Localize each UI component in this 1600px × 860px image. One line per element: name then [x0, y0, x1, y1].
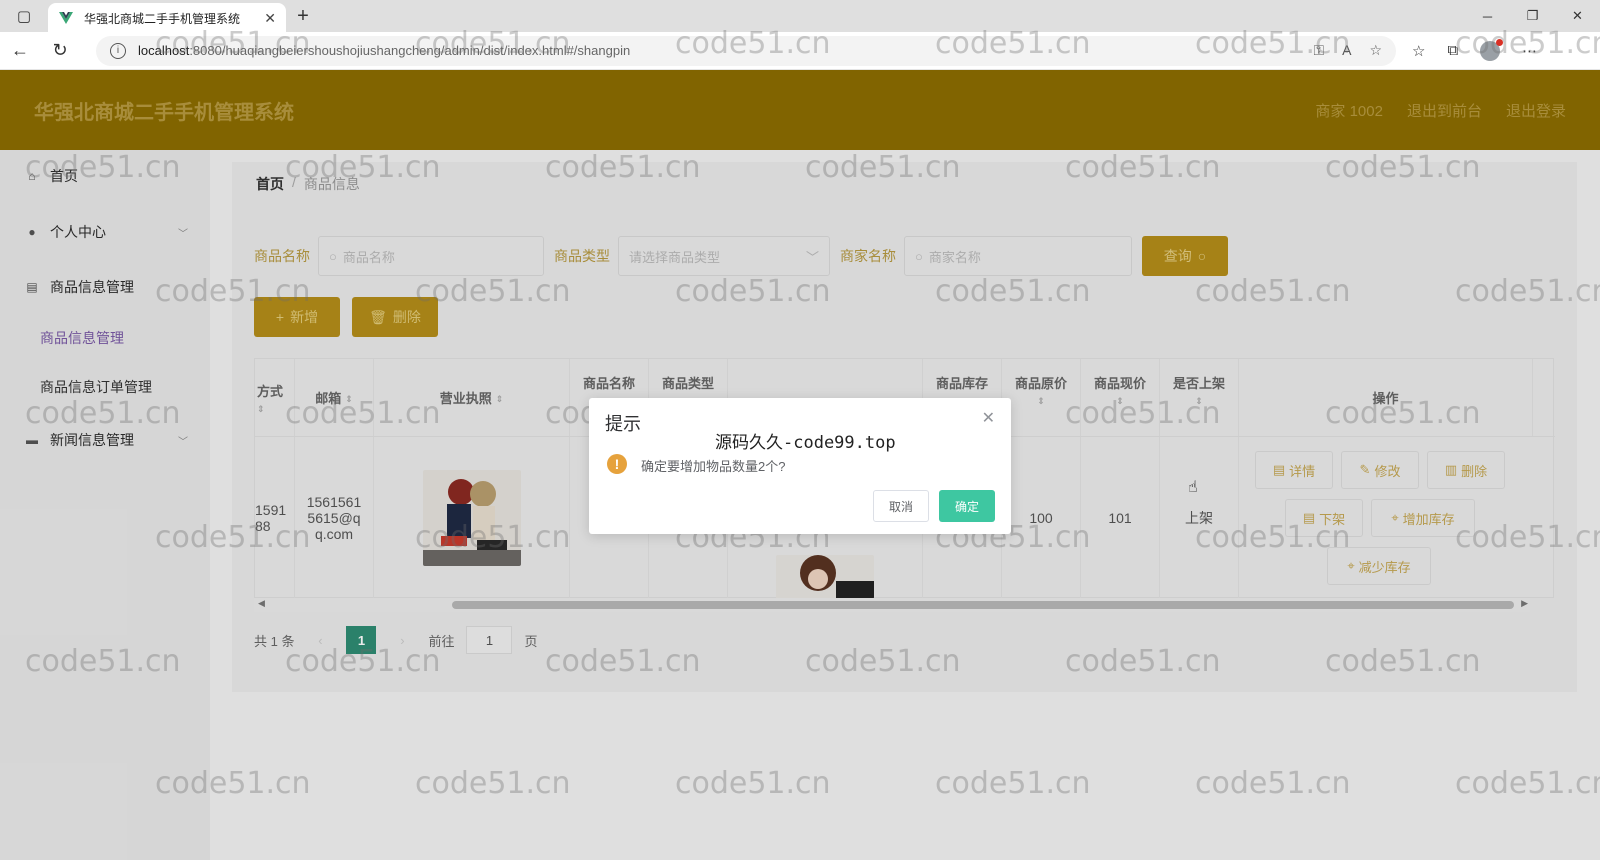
window-close-icon[interactable]: ✕ [1555, 0, 1600, 32]
back-icon[interactable]: ← [0, 40, 40, 61]
url-path: :8080/huaqiangbeiershoushojiushangcheng/… [189, 43, 631, 58]
more-icon[interactable]: ⋯ [1522, 42, 1537, 60]
tab-close-icon[interactable]: ✕ [264, 10, 276, 27]
browser-tab-bar: ▢ 华强北商城二手手机管理系统 ✕ + ─ ❐ ✕ [0, 0, 1600, 33]
hand-cursor-icon: ☝ [1188, 479, 1198, 496]
warning-icon: ! [607, 454, 627, 474]
vue-favicon-icon [59, 12, 73, 24]
url-text: localhost:8080/huaqiangbeiershoushojiush… [138, 43, 630, 58]
tab-title: 华强北商城二手手机管理系统 [84, 11, 241, 26]
confirm-button[interactable]: 确定 [939, 490, 995, 522]
browser-tab[interactable]: 华强北商城二手手机管理系统 ✕ [48, 3, 286, 33]
favorite-add-icon[interactable]: ☆ [1369, 42, 1382, 59]
reload-icon[interactable]: ↻ [40, 40, 80, 61]
url-right-icons: ⚿ A ☆ [1313, 42, 1382, 59]
key-icon[interactable]: ⚿ [1313, 42, 1324, 59]
collections-icon[interactable]: ⧉ [1447, 42, 1458, 59]
restore-icon[interactable]: ❐ [1510, 0, 1555, 32]
dialog-message: 确定要增加物品数量2个? [641, 459, 786, 474]
window-controls: ─ ❐ ✕ [1465, 0, 1600, 32]
new-tab-icon[interactable]: + [286, 5, 320, 28]
tab-actions-icon[interactable]: ▢ [0, 0, 48, 32]
url-host: localhost [138, 43, 190, 58]
close-icon[interactable]: ✕ [982, 408, 995, 428]
cancel-button[interactable]: 取消 [873, 490, 929, 522]
confirm-dialog: 提示 ✕ 源码久久-code99.top ! 确定要增加物品数量2个? 取消 确… [589, 398, 1011, 534]
address-bar: ← ↻ i localhost:8080/huaqiangbeiershoush… [0, 32, 1600, 70]
read-aloud-icon[interactable]: A [1342, 42, 1351, 59]
dialog-watermark: 源码久久-code99.top [715, 433, 896, 453]
url-field[interactable]: i localhost:8080/huaqiangbeiershoushojiu… [96, 35, 1396, 66]
site-info-icon[interactable]: i [110, 42, 126, 59]
favorites-icon[interactable]: ☆ [1412, 42, 1425, 60]
dialog-title: 提示 [605, 414, 641, 434]
browser-toolbar: ☆ ⧉ ⋯ [1412, 38, 1537, 61]
profile-avatar-icon[interactable] [1480, 38, 1504, 61]
minimize-icon[interactable]: ─ [1465, 0, 1510, 32]
